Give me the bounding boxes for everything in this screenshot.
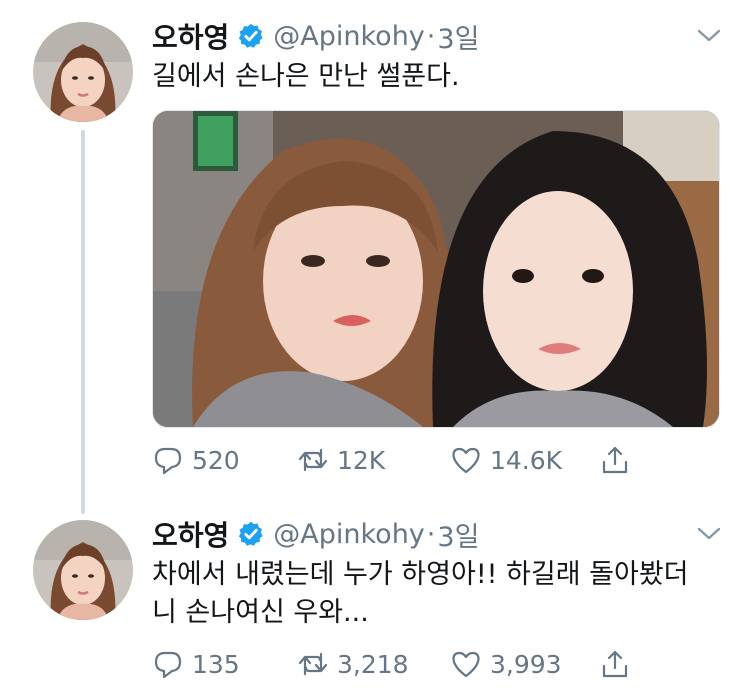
like-count: 3,993 [490, 649, 562, 679]
reply-count: 520 [192, 445, 240, 475]
reply-icon [154, 651, 182, 679]
tweet-header: 오하영 @Apinkohy · 3일 [152, 16, 479, 56]
author-name[interactable]: 오하영 [152, 16, 229, 56]
tweet-timestamp[interactable]: 3일 [437, 17, 479, 56]
reply-button[interactable]: 135 [152, 646, 240, 682]
chevron-down-icon[interactable] [695, 26, 723, 46]
reply-count: 135 [192, 649, 240, 679]
author-name[interactable]: 오하영 [152, 514, 229, 554]
like-button[interactable]: 3,993 [450, 646, 562, 682]
share-icon [602, 650, 628, 678]
tweet-header: 오하영 @Apinkohy · 3일 [152, 514, 479, 554]
retweet-count: 12K [337, 445, 386, 475]
tweet-text-line-1: 차에서 내렸는데 누가 하영아!! 하길래 돌아봤더 [152, 559, 689, 590]
separator-dot: · [426, 518, 436, 550]
verified-badge-icon [237, 22, 265, 50]
avatar[interactable] [33, 22, 133, 122]
tweet-text-line-2: 니 손나여신 우와... [152, 597, 369, 628]
like-count: 14.6K [490, 445, 563, 475]
like-icon [452, 651, 480, 678]
share-icon [602, 446, 628, 474]
like-icon [452, 447, 480, 474]
retweet-count: 3,218 [337, 649, 409, 679]
author-handle[interactable]: @Apinkohy [273, 519, 425, 550]
share-button[interactable] [599, 646, 639, 682]
retweet-icon [298, 652, 328, 676]
tweet-actions: 135 3,218 3,993 [152, 646, 642, 682]
retweet-icon [298, 448, 328, 472]
separator-dot: · [426, 20, 436, 52]
share-button[interactable] [599, 442, 639, 478]
avatar[interactable] [33, 520, 133, 620]
reply-icon [154, 447, 182, 475]
reply-button[interactable]: 520 [152, 442, 240, 478]
verified-badge-icon [237, 520, 265, 548]
retweet-button[interactable]: 3,218 [297, 646, 409, 682]
author-handle[interactable]: @Apinkohy [273, 21, 425, 52]
thread-connector-line [81, 130, 85, 514]
like-button[interactable]: 14.6K [450, 442, 562, 478]
tweet-actions: 520 12K 14.6K [152, 442, 642, 478]
tweet-text: 길에서 손나은 만난 썰푼다. [152, 61, 460, 92]
retweet-button[interactable]: 12K [297, 442, 385, 478]
tweet-photo[interactable] [152, 110, 720, 428]
tweet-timestamp[interactable]: 3일 [437, 515, 479, 554]
tweet-text: 차에서 내렸는데 누가 하영아!! 하길래 돌아봤더 니 손나여신 우와... [152, 556, 722, 632]
chevron-down-icon[interactable] [695, 524, 723, 544]
